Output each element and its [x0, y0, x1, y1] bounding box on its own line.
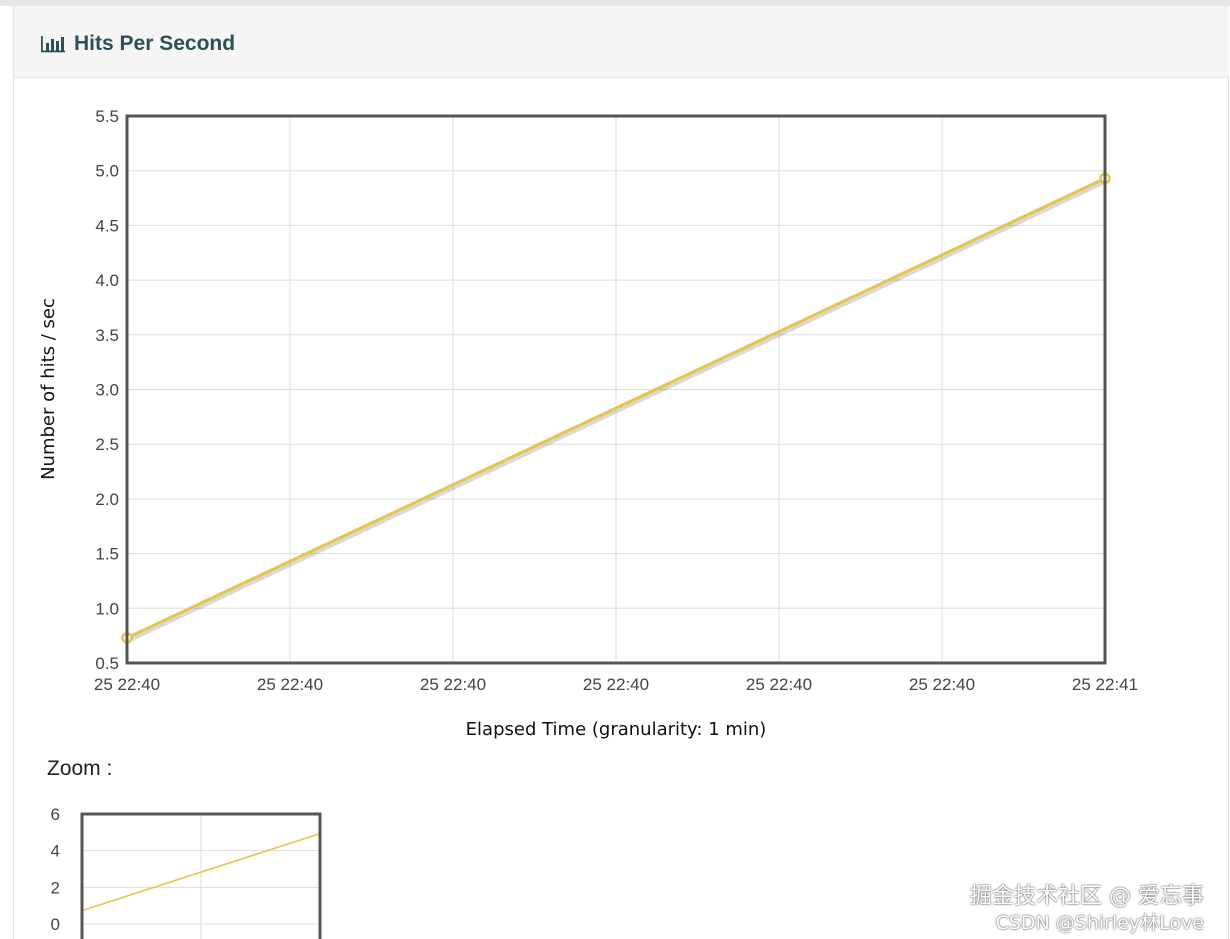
y-tick-label: 4.5 — [95, 216, 119, 235]
y-tick-label: 1.5 — [95, 545, 119, 564]
y-axis-title: Number of hits / sec — [38, 298, 59, 480]
y-tick-label: 5.5 — [95, 107, 119, 126]
watermark-line-1: 掘金技术社区 @ 爱忘事 — [970, 884, 1204, 909]
zoom-y-tick-label: 6 — [51, 805, 60, 824]
main-chart-y-ticks: 0.5 1.0 1.5 2.0 2.5 3.0 3.5 4.0 4.5 5.0 5.5 — [95, 107, 119, 673]
x-tick-label: 25 22:40 — [94, 675, 160, 694]
y-tick-label: 3.5 — [95, 326, 119, 345]
chart-area: 0.5 1.0 1.5 2.0 2.5 3.0 3.5 4.0 4.5 5.0 5.5 25 22:… — [38, 107, 1138, 939]
zoom-y-tick-label: 4 — [51, 842, 60, 861]
y-tick-label: 5.0 — [95, 162, 119, 181]
x-tick-label: 25 22:40 — [583, 675, 649, 694]
x-tick-label: 25 22:41 — [1072, 675, 1138, 694]
main-chart-x-ticks: 25 22:40 25 22:40 25 22:40 25 22:40 25 22:40… — [94, 675, 1138, 694]
x-tick-label: 25 22:40 — [746, 675, 812, 694]
y-tick-label: 2.0 — [95, 490, 119, 509]
y-tick-label: 3.0 — [95, 381, 119, 400]
y-tick-label: 1.0 — [95, 599, 119, 618]
zoom-y-tick-label: 0 — [51, 915, 60, 934]
x-axis-title: Elapsed Time (granularity: 1 min) — [466, 719, 767, 740]
y-tick-label: 4.0 — [95, 271, 119, 290]
y-tick-label: 0.5 — [95, 654, 119, 673]
y-tick-label: 2.5 — [95, 435, 119, 454]
watermark: 掘金技术社区 @ 爱忘事 CSDN @Shirley林Love — [970, 884, 1204, 936]
zoom-chart-y-ticks: 0 2 4 6 — [51, 805, 60, 934]
main-chart-grid — [126, 115, 1106, 664]
watermark-line-2: CSDN @Shirley林Love — [995, 912, 1204, 934]
series-line-shadow — [127, 179, 1107, 643]
zoom-y-tick-label: 2 — [51, 878, 60, 897]
x-tick-label: 25 22:40 — [420, 675, 486, 694]
zoom-chart-grid — [82, 813, 320, 939]
zoom-label: Zoom : — [47, 757, 113, 780]
x-tick-label: 25 22:40 — [909, 675, 975, 694]
x-tick-label: 25 22:40 — [257, 675, 323, 694]
